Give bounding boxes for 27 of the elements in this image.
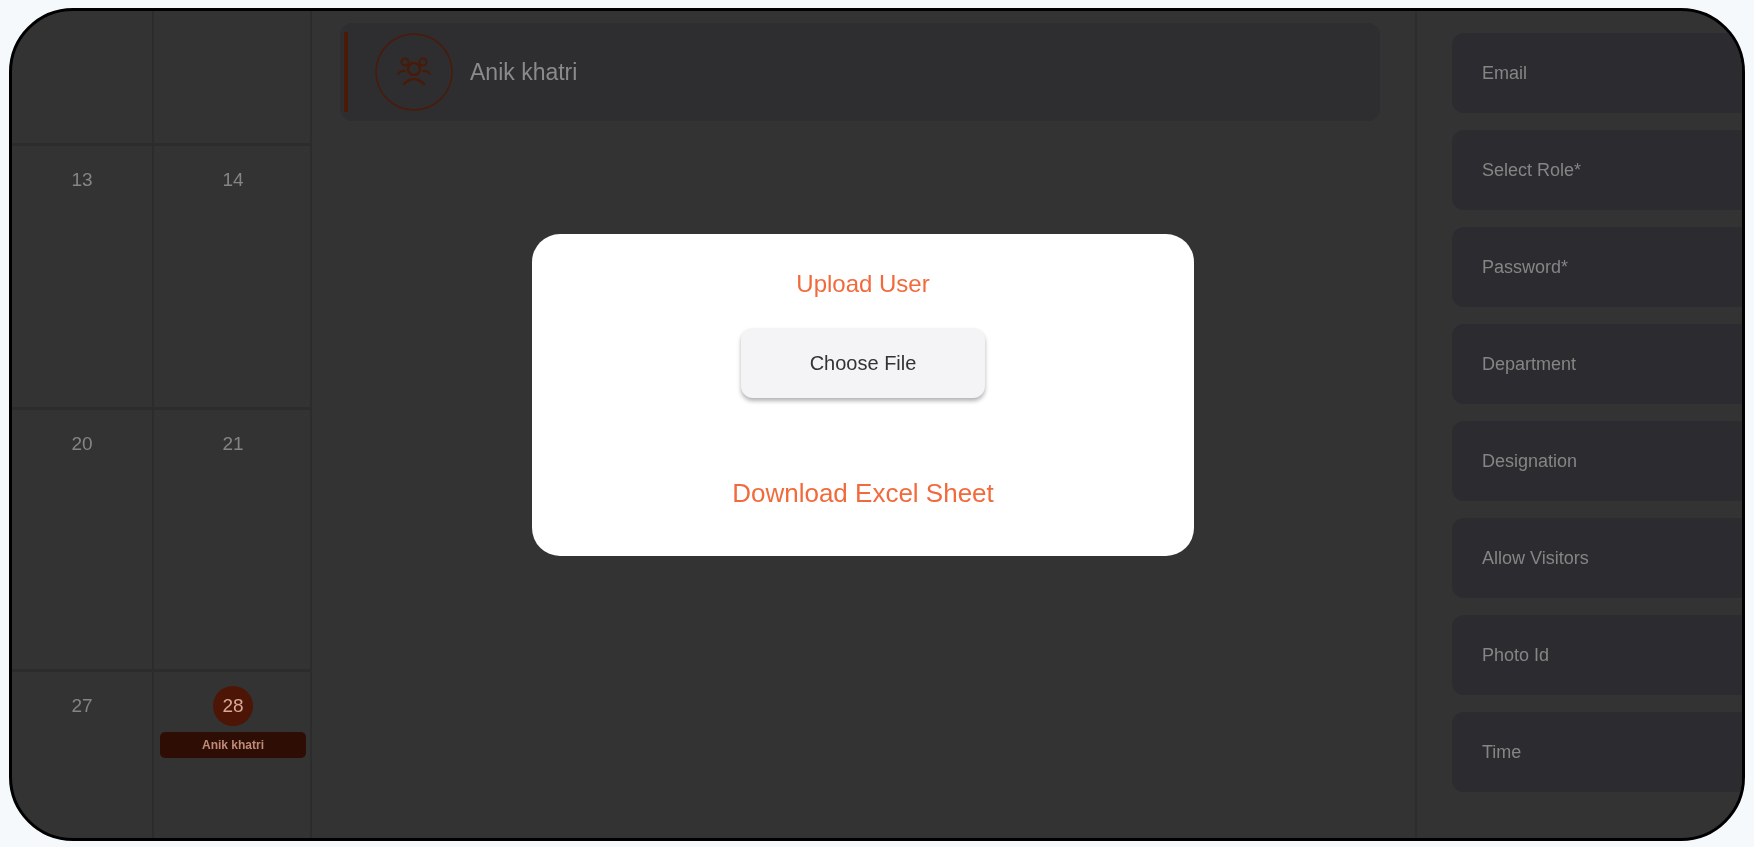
dialog-title: Upload User [796, 270, 930, 298]
users-icon [374, 32, 454, 112]
choose-file-button[interactable]: Choose File [741, 328, 985, 398]
user-name: Anik khatri [470, 58, 578, 86]
day-number: 13 [71, 168, 93, 192]
input-field[interactable]: Photo Id [1452, 615, 1742, 695]
calendar-cell[interactable]: 28 Anik khatri [154, 672, 312, 838]
input-field[interactable]: Password* [1452, 227, 1742, 307]
day-number: 28 [213, 686, 253, 726]
calendar-cell[interactable]: 20 [12, 410, 154, 672]
input-field[interactable]: Time [1452, 712, 1742, 792]
calendar-cell[interactable]: 21 [154, 410, 312, 672]
input-field[interactable]: Email [1452, 33, 1742, 113]
calendar-event[interactable]: Anik khatri [160, 732, 306, 758]
day-number: 27 [71, 694, 93, 718]
day-number: 20 [71, 432, 93, 456]
download-link[interactable]: Download Excel Sheet [732, 478, 994, 509]
input-field[interactable]: Allow Visitors [1452, 518, 1742, 598]
day-number: 14 [222, 168, 244, 192]
user-card[interactable]: Anik khatri [340, 23, 1380, 121]
calendar-cell[interactable]: 13 [12, 146, 154, 410]
day-number: 21 [222, 432, 244, 456]
input-field[interactable]: Designation [1452, 421, 1742, 501]
calendar-cell[interactable]: 14 [154, 146, 312, 410]
calendar-cell[interactable]: 27 [12, 672, 154, 838]
input-field[interactable]: Department [1452, 324, 1742, 404]
input-field[interactable]: Select Role* [1452, 130, 1742, 210]
